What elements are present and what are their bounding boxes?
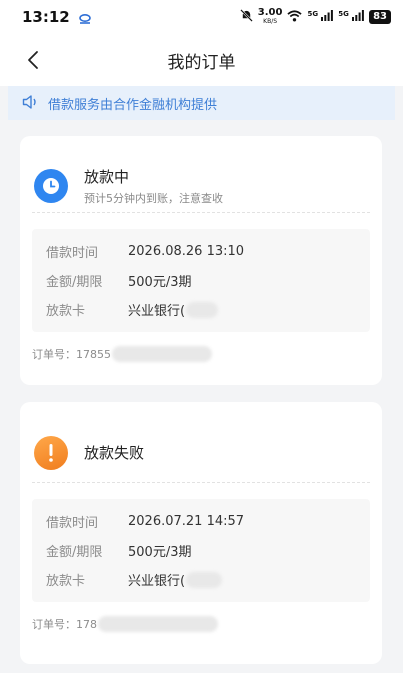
signal-bars-icon (321, 10, 334, 21)
order-number: 订单号：17855 (20, 332, 382, 376)
bank-card-value: 兴业银行( (128, 304, 186, 319)
detail-row-amount: 金额/期限 500元/3期 (46, 266, 356, 295)
status-bar: 13:12 3.00 KB/S 5G 5G 83 (0, 0, 403, 34)
detail-row-time: 借款时间 2026.08.26 13:10 (46, 237, 356, 266)
nav-bar: 我的订单 (0, 34, 403, 86)
detail-label: 借款时间 (46, 246, 99, 261)
order-details: 借款时间 2026.08.26 13:10 金额/期限 500元/3期 放款卡 … (32, 229, 370, 332)
detail-row-card: 放款卡 兴业银行( (46, 295, 356, 324)
detail-label: 放款卡 (46, 574, 86, 589)
notice-banner: 借款服务由合作金融机构提供 (8, 86, 395, 120)
app-notification-icon (78, 11, 92, 24)
page-title: 我的订单 (167, 52, 236, 73)
redacted-mask (112, 346, 212, 362)
detail-row-time: 借款时间 2026.07.21 14:57 (46, 507, 356, 536)
wifi-icon (287, 9, 303, 25)
detail-value: 2026.08.26 13:10 (128, 244, 245, 259)
speaker-icon (22, 94, 38, 113)
order-card[interactable]: 放款中 预计5分钟内到账，注意查收 借款时间 2026.08.26 13:10 … (20, 136, 382, 385)
order-details: 借款时间 2026.07.21 14:57 金额/期限 500元/3期 放款卡 … (32, 499, 370, 602)
detail-value: 兴业银行( (128, 300, 219, 319)
exclamation-icon (34, 436, 68, 470)
detail-row-card: 放款卡 兴业银行( (46, 565, 356, 594)
redacted-mask (186, 571, 223, 588)
cellular-type-2: 5G (338, 10, 349, 18)
detail-value: 500元/3期 (128, 275, 192, 290)
order-status: 放款失败 (84, 444, 145, 462)
clock-icon (34, 169, 68, 203)
status-time: 13:12 (22, 8, 70, 26)
redacted-mask (186, 301, 219, 318)
divider (32, 482, 370, 483)
chevron-left-icon (28, 51, 38, 69)
detail-value: 2026.07.21 14:57 (128, 514, 245, 529)
order-header: 放款失败 (20, 402, 382, 482)
cellular-signal-2: 5G (338, 10, 364, 24)
network-speed-value: 3.00 (257, 7, 283, 18)
mute-bell-icon (239, 9, 253, 25)
status-indicators: 3.00 KB/S 5G 5G 83 (239, 8, 391, 26)
detail-label: 金额/期限 (46, 545, 103, 560)
detail-value: 兴业银行( (128, 570, 223, 589)
notice-text: 借款服务由合作金融机构提供 (48, 97, 218, 113)
order-status-subtitle: 预计5分钟内到账，注意查收 (84, 191, 223, 205)
cellular-type-1: 5G (307, 10, 319, 18)
cellular-signal-1: 5G (307, 10, 334, 24)
battery-indicator: 83 (369, 10, 391, 24)
detail-label: 金额/期限 (46, 275, 103, 290)
network-speed: 3.00 KB/S (258, 8, 283, 26)
order-number: 订单号：178 (20, 602, 382, 646)
detail-label: 借款时间 (46, 516, 99, 531)
order-number-text: 订单号：178 (32, 618, 97, 631)
order-number-text: 订单号：17855 (32, 348, 111, 361)
order-header: 放款中 预计5分钟内到账，注意查收 (20, 136, 382, 212)
detail-row-amount: 金额/期限 500元/3期 (46, 536, 356, 565)
detail-value: 500元/3期 (128, 545, 192, 560)
signal-bars-icon (352, 10, 364, 21)
back-button[interactable] (24, 50, 44, 70)
order-card[interactable]: 放款失败 借款时间 2026.07.21 14:57 金额/期限 500元/3期… (20, 402, 382, 664)
bank-card-value: 兴业银行( (128, 574, 186, 589)
order-status: 放款中 (84, 167, 130, 186)
divider (32, 212, 370, 213)
detail-label: 放款卡 (46, 304, 86, 319)
network-speed-unit: KB/S (263, 18, 278, 25)
redacted-mask (98, 616, 218, 632)
